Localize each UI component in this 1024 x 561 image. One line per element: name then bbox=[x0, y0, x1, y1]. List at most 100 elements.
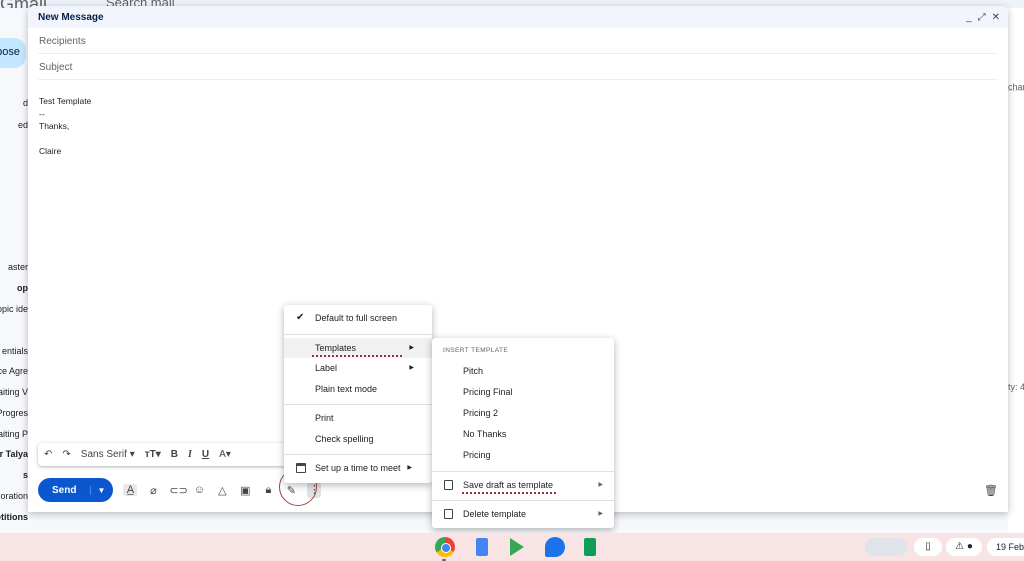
right-pane-text: ty: 4 bbox=[1008, 382, 1024, 392]
submenu-arrow-icon: ▶ bbox=[407, 465, 412, 471]
sidebar-item[interactable]: oration bbox=[0, 491, 28, 501]
emoji-icon[interactable]: ☺ bbox=[192, 484, 206, 496]
attach-icon[interactable]: ⌀ bbox=[146, 484, 160, 497]
text-color-button[interactable]: A▾ bbox=[219, 449, 231, 460]
sidebar-item[interactable]: Progres bbox=[0, 408, 28, 418]
confidential-icon[interactable]: 🔒︎ bbox=[261, 484, 275, 497]
sidebar-item[interactable]: entials bbox=[2, 346, 28, 356]
italic-button[interactable]: I bbox=[188, 449, 192, 460]
menu-item-label: Set up a time to meet bbox=[315, 463, 401, 473]
body-line: Thanks, bbox=[39, 121, 70, 131]
divider bbox=[432, 471, 614, 472]
discard-draft-icon[interactable]: 🗑︎ bbox=[984, 484, 998, 497]
font-size-label: тT bbox=[144, 449, 156, 460]
template-item[interactable]: Pitch bbox=[432, 361, 614, 381]
gmail-right-pane: chan ty: 4 bbox=[1008, 8, 1024, 533]
undo-icon[interactable]: ↶ bbox=[44, 449, 52, 460]
body-line: -- bbox=[39, 108, 45, 119]
compose-header: New Message _ ⤢ ✕ bbox=[28, 6, 1008, 28]
template-item[interactable]: No Thanks bbox=[432, 424, 614, 444]
calendar-icon bbox=[296, 463, 306, 473]
menu-item-label: Check spelling bbox=[315, 434, 374, 444]
bold-button[interactable]: B bbox=[171, 449, 178, 460]
subject-field[interactable]: Subject bbox=[38, 54, 998, 80]
gmail-sidebar: Compose d ed aster op opic ide entials c… bbox=[0, 8, 30, 533]
divider bbox=[284, 334, 432, 335]
sidebar-item[interactable]: etitions bbox=[0, 512, 28, 522]
expand-icon[interactable]: ⤢ bbox=[978, 12, 986, 23]
menu-item-default-full-screen[interactable]: ✔ Default to full screen bbox=[284, 308, 432, 328]
text-color-label: A bbox=[219, 449, 226, 460]
sidebar-item[interactable]: aiting P bbox=[0, 429, 28, 439]
message-body[interactable]: Test Template -- Thanks, Claire bbox=[28, 80, 1008, 173]
divider bbox=[1008, 90, 1024, 91]
divider bbox=[432, 500, 614, 501]
divider bbox=[284, 404, 432, 405]
template-item[interactable]: Pricing bbox=[432, 445, 614, 465]
sidebar-item[interactable]: ed bbox=[18, 120, 28, 130]
link-icon[interactable]: ⊂⊃ bbox=[169, 484, 187, 497]
menu-item-label: Print bbox=[315, 413, 334, 423]
notification-icon[interactable]: ⚠ ● bbox=[946, 538, 982, 556]
formatting-options-icon[interactable]: A̲ bbox=[123, 484, 138, 496]
formatting-toolbar: ↶ ↷ Sans Serif ▾ тT▾ B I U A▾ bbox=[38, 443, 292, 466]
dropdown-icon: ▾ bbox=[129, 449, 135, 460]
send-label: Send bbox=[52, 484, 77, 496]
menu-item-set-up-meeting[interactable]: Set up a time to meet ▶ bbox=[284, 458, 432, 478]
sidebar-item[interactable]: ce Agre bbox=[0, 366, 28, 376]
drive-icon[interactable]: △ bbox=[215, 484, 229, 497]
sidebar-item[interactable]: aster bbox=[8, 262, 28, 272]
more-options-menu: ✔ Default to full screen Templates ▶ Lab… bbox=[284, 305, 432, 483]
font-select[interactable]: Sans Serif ▾ bbox=[81, 449, 135, 460]
send-options-icon[interactable]: ▼ bbox=[90, 485, 113, 495]
divider bbox=[284, 454, 432, 455]
insert-template-header: INSERT TEMPLATE bbox=[443, 347, 509, 354]
submenu-arrow-icon: ▶ bbox=[409, 365, 414, 371]
body-line: Claire bbox=[39, 146, 62, 156]
submenu-arrow-icon: ▶ bbox=[598, 511, 603, 517]
template-item[interactable]: Pricing 2 bbox=[432, 403, 614, 423]
font-size-button[interactable]: тT▾ bbox=[145, 449, 161, 460]
redo-icon[interactable]: ↷ bbox=[62, 449, 70, 460]
body-line: Test Template bbox=[39, 96, 92, 106]
annotation-underline bbox=[312, 353, 402, 357]
chrome-icon[interactable] bbox=[435, 537, 455, 557]
compose-title: New Message bbox=[38, 11, 104, 23]
sidebar-item[interactable]: r Talya bbox=[0, 449, 28, 459]
date-display[interactable]: 19 Feb bbox=[987, 538, 1024, 556]
save-template-icon bbox=[444, 480, 453, 490]
annotation-underline bbox=[462, 490, 556, 494]
menu-item-label: Plain text mode bbox=[315, 384, 378, 394]
menu-item-label: Templates bbox=[315, 343, 357, 353]
phone-hub-icon[interactable]: ▯ bbox=[914, 538, 942, 556]
compose-bottom-toolbar: Send ▼ A̲ ⌀ ⊂⊃ ☺ △ ▣ 🔒︎ ✎ ⋮ bbox=[38, 468, 322, 506]
delete-template[interactable]: Delete template ▶ bbox=[432, 504, 614, 524]
menu-item-plain-text-mode[interactable]: Plain text mode bbox=[284, 379, 432, 399]
compose-button[interactable]: Compose bbox=[0, 38, 26, 68]
play-store-icon[interactable] bbox=[510, 538, 524, 556]
recipients-field[interactable]: Recipients bbox=[38, 28, 998, 54]
account-pill[interactable] bbox=[865, 538, 907, 556]
sheets-icon[interactable] bbox=[584, 538, 596, 556]
send-button[interactable]: Send ▼ bbox=[38, 478, 114, 502]
menu-item-print[interactable]: Print bbox=[284, 408, 432, 428]
body-line bbox=[39, 133, 997, 146]
close-icon[interactable]: ✕ bbox=[992, 12, 1000, 23]
menu-item-check-spelling[interactable]: Check spelling bbox=[284, 429, 432, 449]
sidebar-item[interactable]: opic ide bbox=[0, 304, 28, 314]
underline-button[interactable]: U bbox=[202, 449, 209, 460]
menu-item-label[interactable]: Label ▶ bbox=[284, 358, 432, 378]
photo-icon[interactable]: ▣ bbox=[238, 484, 252, 497]
templates-submenu: INSERT TEMPLATE Pitch Pricing Final Pric… bbox=[432, 338, 614, 528]
check-icon: ✔ bbox=[296, 312, 305, 323]
minimize-icon[interactable]: _ bbox=[966, 12, 972, 23]
messages-icon[interactable] bbox=[545, 537, 565, 557]
menu-item-label: Default to full screen bbox=[315, 313, 398, 323]
sidebar-item[interactable]: op bbox=[17, 283, 28, 293]
docs-icon[interactable] bbox=[476, 538, 488, 556]
trash-icon bbox=[444, 509, 453, 519]
sidebar-item[interactable]: aiting V bbox=[0, 387, 28, 397]
dropdown-icon: ▾ bbox=[225, 449, 231, 460]
font-select-label: Sans Serif bbox=[80, 449, 127, 460]
template-item[interactable]: Pricing Final bbox=[432, 382, 614, 402]
